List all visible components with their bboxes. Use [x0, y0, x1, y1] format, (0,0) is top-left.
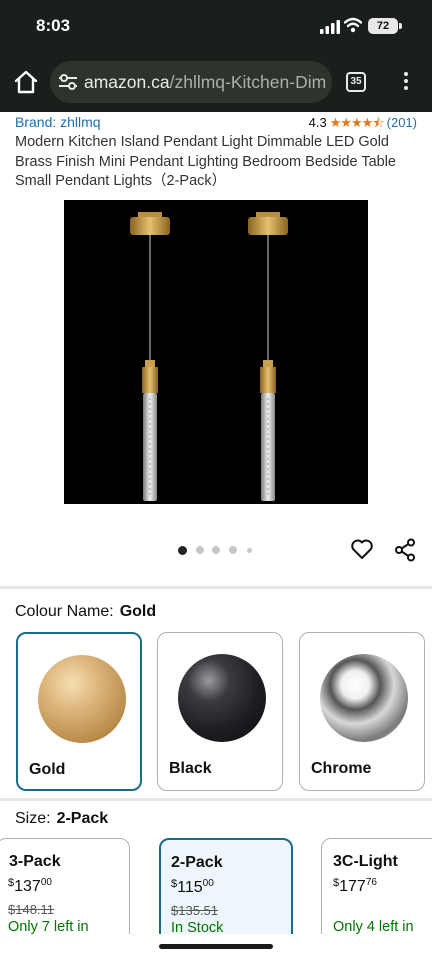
- more-menu-icon[interactable]: [398, 70, 414, 94]
- size-option-2-pack[interactable]: 2-Pack $11500 $135.51 In Stock: [159, 838, 293, 948]
- carousel-dot[interactable]: [196, 546, 204, 554]
- heart-icon[interactable]: [350, 538, 374, 560]
- colour-selected-value: Gold: [119, 603, 157, 620]
- home-icon[interactable]: [12, 68, 40, 96]
- wifi-icon: [344, 17, 362, 33]
- page: 8:03 72 amazon.ca/zhllmq-Kitchen-Dim 35 …: [0, 0, 432, 960]
- browser-chrome: 8:03 72 amazon.ca/zhllmq-Kitchen-Dim 35: [0, 0, 432, 112]
- share-icon[interactable]: [394, 538, 416, 562]
- brand-link[interactable]: Brand: zhllmq: [15, 114, 101, 130]
- product-title: Modern Kitchen Island Pendant Light Dimm…: [15, 134, 396, 189]
- colour-option-chrome[interactable]: Chrome: [299, 632, 425, 791]
- black-swatch-ball: [178, 654, 266, 742]
- site-settings-icon[interactable]: [58, 73, 78, 91]
- price-whole: 115: [177, 879, 203, 896]
- size-option-stock: Only 4 left in: [333, 919, 414, 935]
- size-option-price: $13700: [8, 877, 52, 896]
- battery-nub: [399, 23, 402, 29]
- brand-rating-row: Brand: zhllmq 4.3 ★★★★⯪ (201): [15, 114, 420, 132]
- gold-swatch-ball: [38, 655, 126, 743]
- colour-option-name: Gold: [29, 761, 66, 778]
- size-option-name: 2-Pack: [171, 854, 223, 871]
- colour-label-text: Colour Name:: [15, 603, 114, 620]
- price-fraction: 00: [202, 878, 214, 889]
- size-label: Size: 2-Pack: [15, 810, 108, 828]
- price-fraction: 00: [40, 877, 52, 888]
- carousel-dot[interactable]: [178, 546, 187, 555]
- address-bar[interactable]: amazon.ca/zhllmq-Kitchen-Dim: [50, 61, 332, 103]
- size-option-price: $11500: [171, 878, 214, 897]
- size-option-stock: Only 7 left in: [8, 919, 89, 935]
- colour-option-name: Chrome: [311, 760, 372, 777]
- colour-label: Colour Name: Gold: [15, 603, 156, 621]
- section-divider: [0, 798, 432, 801]
- carousel-dot[interactable]: [229, 546, 237, 554]
- size-option-list-price: $135.51: [171, 903, 218, 918]
- price-whole: 137: [14, 878, 41, 895]
- size-option-price: $17776: [333, 877, 377, 896]
- colour-option-black[interactable]: Black: [157, 632, 283, 791]
- url-host: amazon.ca: [84, 72, 170, 92]
- size-label-text: Size:: [15, 810, 51, 827]
- tab-switcher-button[interactable]: 35: [346, 72, 366, 92]
- section-divider: [0, 586, 432, 589]
- rating-count[interactable]: (201): [387, 115, 417, 130]
- size-option-3c-light[interactable]: 3C-Light $17776 Only 4 left in: [321, 838, 432, 948]
- home-indicator[interactable]: [159, 944, 273, 949]
- size-selected-value: 2-Pack: [56, 810, 109, 827]
- star-rating-icon: ★★★★⯪: [329, 115, 385, 130]
- cellular-signal-icon: [320, 20, 340, 34]
- chrome-swatch-ball: [320, 654, 408, 742]
- size-option-name: 3-Pack: [9, 853, 61, 870]
- url-path: /zhllmq-Kitchen-Dim: [169, 72, 327, 92]
- pendant-lights-illustration: [130, 212, 288, 501]
- colour-option-gold[interactable]: Gold: [16, 632, 142, 791]
- carousel-dot[interactable]: [212, 546, 220, 554]
- carousel-dot[interactable]: [247, 548, 252, 553]
- url-text[interactable]: amazon.ca/zhllmq-Kitchen-Dim: [84, 72, 328, 94]
- size-option-list-price: $148.11: [8, 902, 55, 917]
- price-whole: 177: [339, 878, 366, 895]
- rating-value: 4.3: [308, 115, 327, 130]
- status-time: 8:03: [36, 16, 71, 35]
- product-image[interactable]: [64, 200, 368, 504]
- battery-level: 72: [368, 18, 398, 34]
- image-carousel-dots[interactable]: [178, 546, 258, 556]
- size-option-3-pack[interactable]: 3-Pack $13700 $148.11 Only 7 left in: [0, 838, 130, 948]
- colour-option-name: Black: [169, 760, 212, 777]
- size-option-name: 3C-Light: [333, 853, 398, 870]
- price-fraction: 76: [365, 877, 377, 888]
